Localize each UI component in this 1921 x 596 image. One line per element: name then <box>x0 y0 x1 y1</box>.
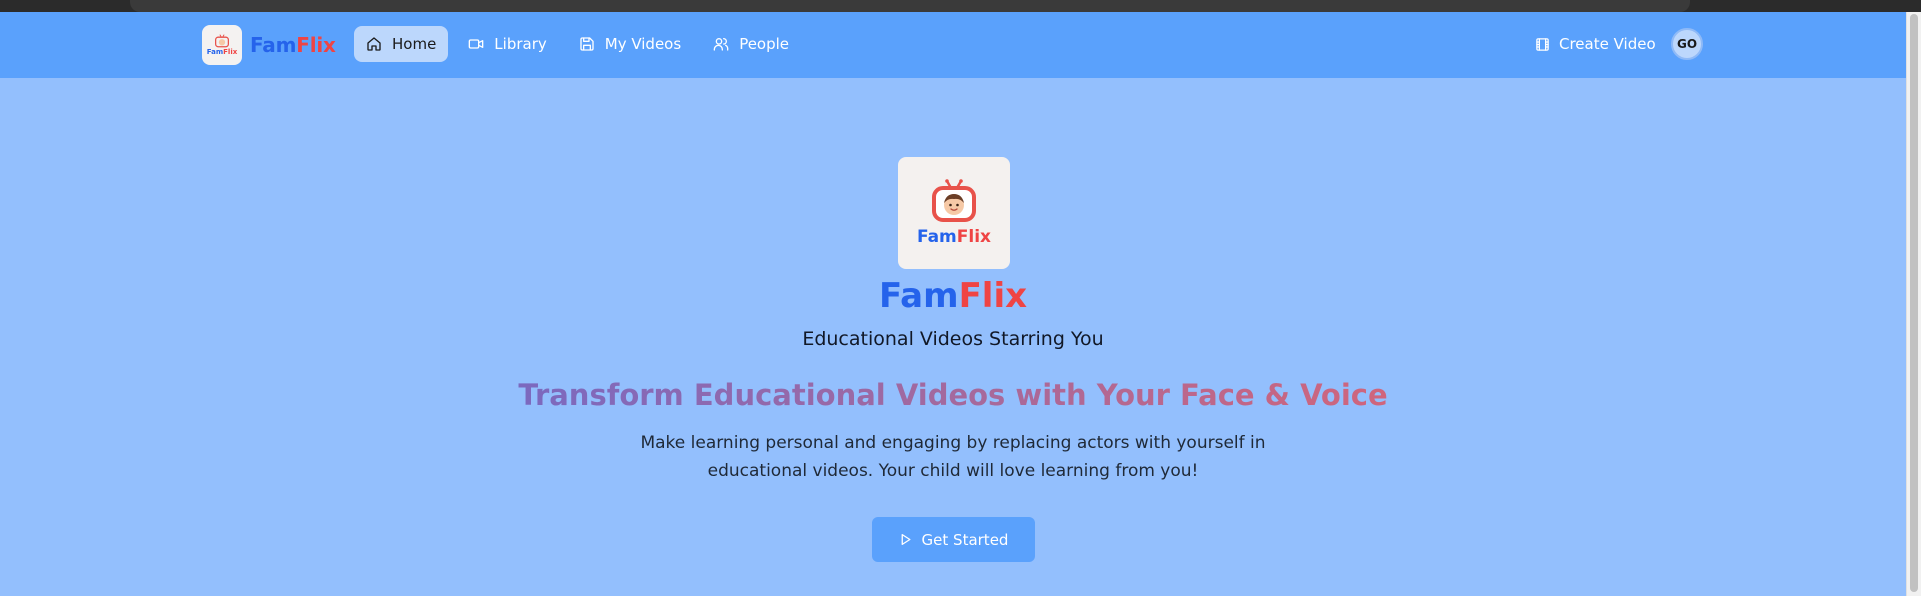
get-started-button[interactable]: Get Started <box>872 517 1035 562</box>
hero-title: FamFlix <box>878 276 1028 316</box>
nav-item-people[interactable]: People <box>701 26 801 62</box>
nav-item-my-videos[interactable]: My Videos <box>567 26 693 62</box>
scrollbar-thumb[interactable] <box>1910 14 1918 592</box>
video-camera-icon <box>468 39 484 49</box>
users-icon <box>713 38 729 51</box>
play-icon <box>901 533 911 546</box>
nav-item-label: Home <box>392 35 437 53</box>
top-navbar: FamFlix FamFlix Home Library My Videos P… <box>0 12 1906 78</box>
hero-logo: FamFlix <box>898 157 1010 269</box>
tv-kid-icon <box>215 34 229 48</box>
nav-item-home[interactable]: Home <box>354 26 449 62</box>
browser-top-bar <box>0 0 1921 12</box>
get-started-label: Get Started <box>921 530 1009 549</box>
nav-item-label: People <box>739 35 790 53</box>
brand-logo: FamFlix <box>202 25 242 65</box>
hero-logo-text: FamFlix <box>916 227 992 247</box>
brand[interactable]: FamFlix FamFlix <box>202 25 336 65</box>
hero-description-line: Make learning personal and engaging by r… <box>640 433 1266 453</box>
main-nav: Home Library My Videos People <box>354 26 801 62</box>
nav-item-label: My Videos <box>604 35 682 53</box>
user-avatar[interactable]: GO <box>1671 28 1703 60</box>
nav-item-library[interactable]: Library <box>456 26 558 62</box>
create-video-button[interactable]: Create Video <box>1533 26 1658 62</box>
page-scrollbar[interactable] <box>1906 12 1921 596</box>
brand-name: FamFlix <box>250 33 336 57</box>
tv-kid-icon <box>932 179 976 222</box>
hero-description-line: educational videos. Your child will love… <box>707 461 1199 481</box>
nav-item-label: Library <box>494 35 547 53</box>
film-icon <box>1536 37 1549 51</box>
hero-description: Make learning personal and engaging by r… <box>0 429 1906 485</box>
hero-headline: Transform Educational Videos with Your F… <box>518 378 1388 412</box>
hero-subtitle: Educational Videos Starring You <box>802 328 1104 350</box>
home-icon <box>367 37 381 51</box>
save-icon <box>580 37 594 51</box>
brand-logo-text: FamFlix <box>206 48 238 56</box>
create-video-label: Create Video <box>1559 35 1656 53</box>
